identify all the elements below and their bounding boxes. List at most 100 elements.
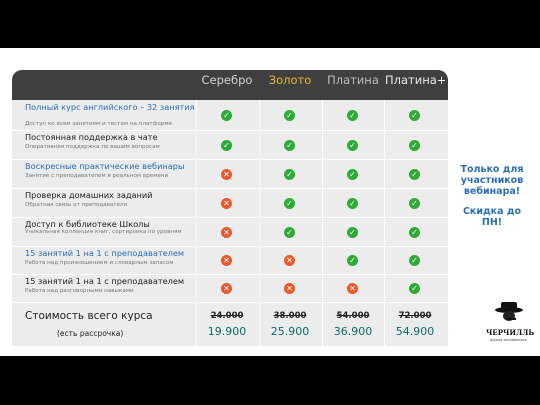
pricing-table: Серебро Золото Платина Платина+ Полный к…	[12, 70, 448, 346]
old-price-gold: 38.000	[273, 311, 307, 321]
check-icon: ✓	[409, 227, 420, 238]
divider	[322, 246, 323, 274]
divider	[259, 217, 260, 246]
check-icon: ✓	[347, 227, 358, 238]
feature-title: Доступ к библиотеке Школы	[25, 219, 150, 229]
divider	[322, 188, 323, 217]
feature-title: 15 занятий 1 на 1 с преподавателем	[25, 248, 185, 258]
check-icon: ✓	[347, 198, 358, 209]
divider	[196, 217, 197, 246]
check-icon: ✓	[409, 255, 420, 266]
cross-icon: ✕	[347, 283, 358, 294]
feature-title: Постоянная поддержка в чате	[25, 132, 158, 142]
divider	[384, 159, 385, 188]
promo-line-2: Скидка до ПН!	[462, 206, 522, 228]
divider	[196, 302, 197, 346]
new-price-silver: 19.900	[207, 325, 247, 338]
divider	[322, 130, 323, 159]
check-icon: ✓	[284, 110, 295, 121]
column-header-platinum-plus: Платина+	[385, 74, 445, 87]
check-icon: ✓	[284, 227, 295, 238]
table-row: 15 занятий 1 на 1 с преподавателем Работа…	[12, 246, 448, 275]
check-icon: ✓	[409, 283, 420, 294]
feature-subtitle: Обратная связь от преподавателя	[25, 202, 127, 208]
check-icon: ✓	[347, 140, 358, 151]
divider	[322, 274, 323, 302]
table-row: 15 занятий 1 на 1 с преподавателем Работа…	[12, 274, 448, 303]
divider	[384, 130, 385, 159]
divider	[322, 159, 323, 188]
feature-subtitle: Оперативная поддержка по вашим вопросам	[25, 144, 160, 150]
new-price-platinum: 36.900	[333, 325, 373, 338]
feature-title: Полный курс английского – 32 занятия	[25, 102, 195, 112]
divider	[384, 302, 385, 346]
cross-icon: ✕	[284, 283, 295, 294]
column-header-platinum: Платина	[327, 74, 379, 87]
feature-subtitle: Доступ ко всем занятиям и тестам на плат…	[25, 121, 173, 127]
table-row: Полный курс английского – 32 занятия Дост…	[12, 100, 448, 131]
table-header: Серебро Золото Платина Платина+	[12, 70, 448, 100]
check-icon: ✓	[284, 140, 295, 151]
divider	[322, 217, 323, 246]
old-price-silver: 24.000	[210, 311, 244, 321]
feature-title: Проверка домашних заданий	[25, 190, 153, 200]
new-price-platinum-plus: 54.900	[395, 325, 435, 338]
table-row: Постоянная поддержка в чате Оперативная п…	[12, 130, 448, 160]
feature-subtitle: Работа над разговорными навыками	[25, 288, 134, 294]
divider	[259, 246, 260, 274]
promo-text: Только для участников вебинара! Скидка д…	[456, 164, 528, 228]
divider	[384, 274, 385, 302]
check-icon: ✓	[284, 198, 295, 209]
check-icon: ✓	[409, 169, 420, 180]
new-price-gold: 25.900	[270, 325, 310, 338]
cross-icon: ✕	[221, 255, 232, 266]
cross-icon: ✕	[221, 198, 232, 209]
table-row: Проверка домашних заданий Обратная связь …	[12, 188, 448, 218]
feature-title: Воскресные практические вебинары	[25, 161, 185, 171]
old-price-platinum-plus: 72.000	[398, 311, 432, 321]
divider	[196, 246, 197, 274]
divider	[196, 188, 197, 217]
feature-subtitle: Занятие с преподавателем в реальном врем…	[25, 173, 169, 179]
check-icon: ✓	[347, 110, 358, 121]
total-subtitle: (есть рассрочка)	[57, 329, 124, 338]
check-icon: ✓	[409, 140, 420, 151]
feature-subtitle: Уникальная коллекция книг, сортировка по…	[25, 229, 182, 235]
divider	[384, 246, 385, 274]
cross-icon: ✕	[284, 255, 295, 266]
logo-tagline: Школа английского	[490, 338, 527, 342]
check-icon: ✓	[284, 169, 295, 180]
divider	[322, 100, 323, 130]
divider	[259, 159, 260, 188]
divider	[196, 274, 197, 302]
divider	[196, 100, 197, 130]
divider	[259, 188, 260, 217]
divider	[196, 159, 197, 188]
table-body: Полный курс английского – 32 занятия Дост…	[12, 100, 448, 346]
check-icon: ✓	[221, 110, 232, 121]
logo-name: ЧЕРЧИЛЛЬ	[486, 328, 535, 337]
cross-icon: ✕	[221, 283, 232, 294]
divider	[322, 302, 323, 346]
promo-line-1: Только для участников вебинара!	[460, 164, 524, 197]
total-title: Стоимость всего курса	[25, 310, 153, 322]
check-icon: ✓	[347, 255, 358, 266]
check-icon: ✓	[221, 140, 232, 151]
table-row: Воскресные практические вебинары Занятие …	[12, 159, 448, 189]
feature-subtitle: Работа над произношением и словарным зап…	[25, 260, 174, 266]
column-header-gold: Золото	[268, 74, 312, 87]
divider	[259, 274, 260, 302]
cross-icon: ✕	[221, 169, 232, 180]
check-icon: ✓	[409, 198, 420, 209]
column-header-silver: Серебро	[201, 74, 253, 87]
feature-title: 15 занятий 1 на 1 с преподавателем	[25, 276, 185, 286]
divider	[384, 217, 385, 246]
check-icon: ✓	[347, 169, 358, 180]
divider	[196, 130, 197, 159]
divider	[384, 100, 385, 130]
divider	[259, 130, 260, 159]
cross-icon: ✕	[221, 227, 232, 238]
table-row: Доступ к библиотеке Школы Уникальная колл…	[12, 217, 448, 247]
total-row: Стоимость всего курса (есть рассрочка) 2…	[12, 302, 448, 346]
check-icon: ✓	[409, 110, 420, 121]
